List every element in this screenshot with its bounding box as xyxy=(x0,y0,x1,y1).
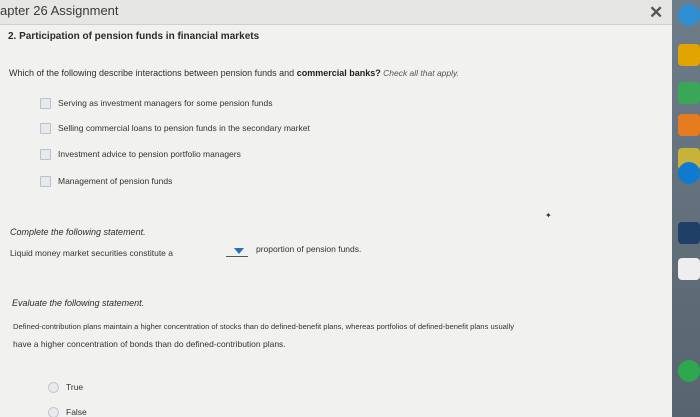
checkbox[interactable] xyxy=(40,175,51,187)
app-icon[interactable] xyxy=(678,222,700,244)
cursor-icon: ✦ xyxy=(545,211,552,220)
evaluate-heading: Evaluate the following statement. xyxy=(12,298,145,308)
option-label: Selling commercial loans to pension fund… xyxy=(58,123,310,133)
assignment-window: apter 26 Assignment ✕ 2. Participation o… xyxy=(0,0,672,417)
radio-option-false[interactable]: False xyxy=(48,404,87,417)
radio-label: True xyxy=(66,382,84,392)
question-prompt: Which of the following describe interact… xyxy=(9,68,459,78)
title-bar: apter 26 Assignment ✕ xyxy=(0,0,672,25)
window-title: apter 26 Assignment xyxy=(0,3,119,18)
close-icon[interactable]: ✕ xyxy=(649,3,663,23)
app-icon[interactable] xyxy=(678,162,700,184)
evaluate-statement-line-1: Defined-contribution plans maintain a hi… xyxy=(13,322,515,331)
checkbox-option-4[interactable]: Management of pension funds xyxy=(40,173,172,189)
radio-label: False xyxy=(66,407,87,417)
evaluate-statement-line-2: have a higher concentration of bonds tha… xyxy=(13,339,286,349)
option-label: Investment advice to pension portfolio m… xyxy=(58,149,241,159)
proportion-dropdown[interactable] xyxy=(226,246,248,257)
checkbox-option-3[interactable]: Investment advice to pension portfolio m… xyxy=(40,146,241,162)
prompt-hint: Check all that apply. xyxy=(380,68,460,78)
complete-statement-before: Liquid money market securities constitut… xyxy=(10,248,173,258)
complete-statement-after: proportion of pension funds. xyxy=(256,244,362,254)
checkbox[interactable] xyxy=(40,97,51,109)
prompt-text: Which of the following describe interact… xyxy=(9,68,297,78)
app-icon[interactable] xyxy=(678,44,700,66)
checkbox-option-2[interactable]: Selling commercial loans to pension fund… xyxy=(40,120,310,136)
app-icon[interactable] xyxy=(678,360,700,382)
checkbox[interactable] xyxy=(40,148,51,160)
prompt-bold: commercial banks? xyxy=(296,68,381,78)
checkbox[interactable] xyxy=(40,122,51,134)
option-label: Serving as investment managers for some … xyxy=(58,98,273,108)
option-label: Management of pension funds xyxy=(58,176,173,186)
radio-button[interactable] xyxy=(48,381,59,393)
checkbox-option-1[interactable]: Serving as investment managers for some … xyxy=(40,95,273,111)
radio-button[interactable] xyxy=(48,406,59,417)
app-icon[interactable] xyxy=(678,4,700,26)
complete-heading: Complete the following statement. xyxy=(10,227,146,237)
dropdown-arrow-icon[interactable] xyxy=(234,248,244,254)
question-title: 2. Participation of pension funds in fin… xyxy=(8,31,260,42)
app-icon[interactable] xyxy=(678,82,700,104)
app-icon[interactable] xyxy=(678,114,700,136)
radio-option-true[interactable]: True xyxy=(48,379,83,395)
app-icon[interactable] xyxy=(678,258,700,280)
